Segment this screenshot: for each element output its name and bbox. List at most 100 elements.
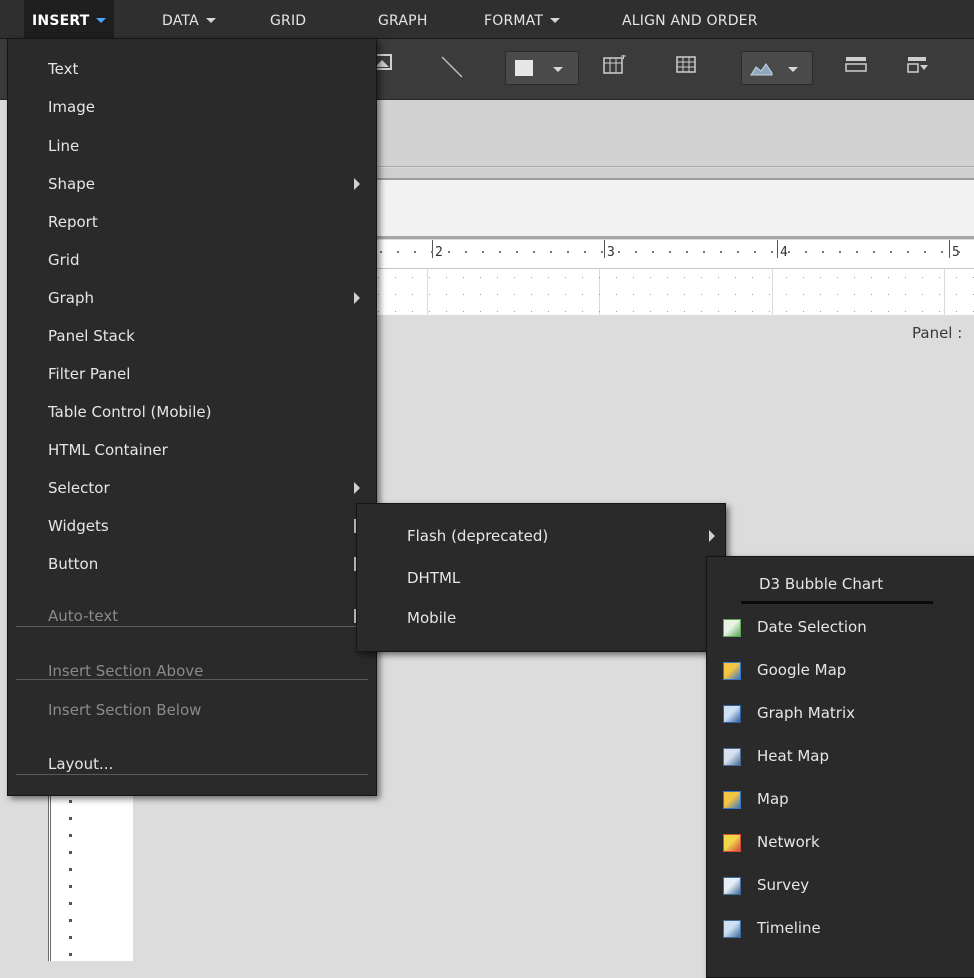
submenu-item-map[interactable]: Map: [707, 780, 974, 818]
map-icon: [723, 791, 741, 809]
grid-dot: [922, 311, 923, 312]
grid-dot: [463, 311, 464, 312]
ruler-tick: [788, 251, 790, 253]
grid-dot: [786, 294, 787, 295]
submenu-arrow-icon: [709, 530, 715, 542]
grid-dot: [667, 294, 668, 295]
grid-dot: [735, 311, 736, 312]
grid-dot: [429, 277, 430, 278]
menu-align-order-label: ALIGN AND ORDER: [622, 13, 758, 29]
filter-panel-tool-icon[interactable]: [906, 55, 930, 85]
grid-dot: [837, 294, 838, 295]
section-band: [375, 180, 974, 239]
menu-item-widgets[interactable]: Widgets: [8, 507, 376, 545]
menu-item-image[interactable]: Image: [8, 88, 376, 126]
chevron-down-icon: [788, 67, 798, 72]
grid-dot: [718, 294, 719, 295]
menu-graph-label: GRAPH: [378, 13, 428, 29]
menu-item-label: Table Control (Mobile): [48, 403, 212, 421]
menu-item-label: Button: [48, 555, 99, 573]
submenu-item-timeline[interactable]: Timeline: [707, 909, 974, 947]
grid-tool-icon[interactable]: [676, 55, 698, 85]
menu-item-label: Line: [48, 137, 80, 155]
grid-dot: [412, 311, 413, 312]
widgets-submenu: Flash (deprecated) DHTML Mobile: [356, 503, 726, 652]
grid-dot: [480, 311, 481, 312]
menu-item-button[interactable]: Button: [8, 545, 376, 583]
ruler-tick: [465, 251, 467, 253]
grid-dot: [497, 294, 498, 295]
grid-dot: [888, 311, 889, 312]
submenu-item-heat-map[interactable]: Heat Map: [707, 737, 974, 775]
ruler-tick: [805, 251, 807, 253]
grid-dot: [412, 294, 413, 295]
submenu-item-dhtml[interactable]: DHTML: [357, 559, 725, 597]
menu-item-label: Filter Panel: [48, 365, 131, 383]
menu-item-line[interactable]: Line: [8, 127, 376, 165]
grid-canvas: [375, 269, 974, 315]
menu-item-filter-panel[interactable]: Filter Panel: [8, 355, 376, 393]
grid-dot: [684, 294, 685, 295]
menu-item-html-container[interactable]: HTML Container: [8, 431, 376, 469]
menu-item-text[interactable]: Text: [8, 50, 376, 88]
submenu-item-d3-bubble-chart[interactable]: D3 Bubble Chart: [707, 565, 974, 604]
menu-item-panel-stack[interactable]: Panel Stack: [8, 317, 376, 355]
grid-dot: [871, 311, 872, 312]
ruler-tick: [431, 251, 433, 253]
grid-dot: [701, 294, 702, 295]
panel-stack-tool-icon[interactable]: [844, 55, 868, 85]
menu-item-label: HTML Container: [48, 441, 168, 459]
menu-item-label: Text: [48, 60, 79, 78]
grid-dot: [514, 294, 515, 295]
submenu-item-graph-matrix[interactable]: Graph Matrix: [707, 694, 974, 732]
dhtml-submenu: D3 Bubble Chart Date Selection Google Map G…: [706, 556, 974, 978]
menu-item-grid[interactable]: Grid: [8, 241, 376, 279]
menu-insert[interactable]: INSERT: [24, 0, 115, 38]
grid-dot: [633, 294, 634, 295]
grid-dot: [752, 277, 753, 278]
report-tool-icon[interactable]: [603, 55, 627, 85]
menu-item-table-control-mobile[interactable]: Table Control (Mobile): [8, 393, 376, 431]
menu-item-selector[interactable]: Selector: [8, 469, 376, 507]
submenu-item-survey[interactable]: Survey: [707, 866, 974, 904]
grid-dot: [514, 311, 515, 312]
menu-graph[interactable]: GRAPH: [378, 0, 428, 38]
submenu-item-network[interactable]: Network: [707, 823, 974, 861]
ruler-tick: [924, 251, 926, 253]
menu-format[interactable]: FORMAT: [484, 0, 561, 38]
grid-dot: [548, 277, 549, 278]
grid-dot: [599, 311, 600, 312]
graph-matrix-icon: [723, 705, 741, 723]
heat-map-icon: [723, 748, 741, 766]
grid-dot: [956, 294, 957, 295]
ruler-tick: [69, 919, 72, 922]
submenu-item-google-map[interactable]: Google Map: [707, 651, 974, 689]
menu-item-shape[interactable]: Shape: [8, 165, 376, 203]
grid-dot: [650, 277, 651, 278]
grid-dot: [854, 294, 855, 295]
shape-dropdown[interactable]: [505, 51, 579, 85]
submenu-item-date-selection[interactable]: Date Selection: [707, 608, 974, 646]
menu-item-label: Panel Stack: [48, 327, 135, 345]
submenu-item-mobile[interactable]: Mobile: [357, 599, 725, 637]
grid-dot: [905, 311, 906, 312]
line-tool-icon[interactable]: [440, 55, 464, 85]
grid-dot: [701, 277, 702, 278]
ruler-tick: [703, 251, 705, 253]
menu-item-layout[interactable]: Layout...: [8, 745, 376, 783]
menu-item-report[interactable]: Report: [8, 203, 376, 241]
grid-dot: [531, 277, 532, 278]
ruler-tick: [482, 251, 484, 253]
menu-separator: [16, 679, 368, 680]
menu-item-label: Flash (deprecated): [407, 527, 549, 545]
ruler-tick: [669, 251, 671, 253]
menu-item-label: Widgets: [48, 517, 109, 535]
graph-dropdown[interactable]: [741, 51, 813, 85]
grid-dot: [854, 311, 855, 312]
submenu-item-flash-deprecated[interactable]: Flash (deprecated): [357, 517, 725, 555]
menu-item-graph[interactable]: Graph: [8, 279, 376, 317]
menu-align-order[interactable]: ALIGN AND ORDER: [622, 0, 758, 38]
menu-data[interactable]: DATA: [162, 0, 216, 38]
menu-grid[interactable]: GRID: [270, 0, 306, 38]
grid-dot: [854, 277, 855, 278]
